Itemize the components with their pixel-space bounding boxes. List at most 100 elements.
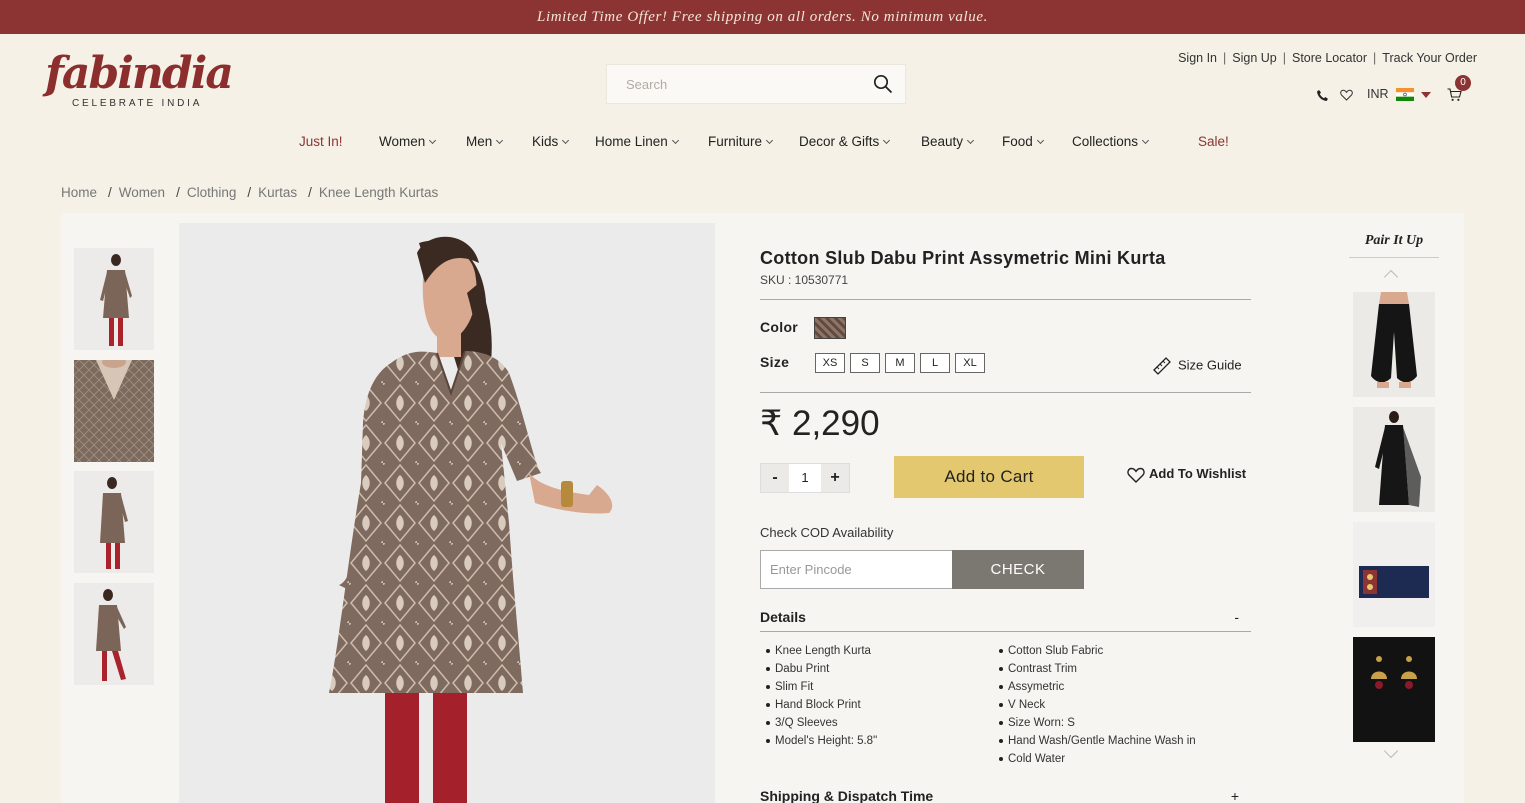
nav-item-men[interactable]: Men — [466, 134, 504, 149]
size-option-xs[interactable]: XS — [815, 353, 845, 373]
chevron-down-icon — [1141, 136, 1150, 145]
cod-label: Check COD Availability — [760, 525, 894, 540]
nav-item-women[interactable]: Women — [379, 134, 437, 149]
list-item: 3/Q Sleeves — [760, 714, 877, 732]
add-to-wishlist-button[interactable]: Add To Wishlist — [1127, 466, 1246, 483]
nav-item-furniture[interactable]: Furniture — [708, 134, 774, 149]
search-input[interactable] — [607, 65, 862, 103]
product-thumbnail[interactable] — [74, 471, 154, 573]
store-locator-link[interactable]: Store Locator — [1292, 51, 1367, 65]
breadcrumb-knee-length-kurtas[interactable]: Knee Length Kurtas — [319, 185, 438, 200]
quantity-increase-button[interactable]: + — [821, 464, 849, 492]
list-item: Size Worn: S — [993, 714, 1196, 732]
nav-label: Women — [379, 134, 426, 149]
divider — [760, 631, 1251, 632]
pair-item-product[interactable] — [1353, 292, 1435, 397]
chevron-down-icon — [1036, 136, 1044, 145]
india-flag-icon[interactable] — [1396, 88, 1414, 101]
list-item: V Neck — [993, 696, 1196, 714]
nav-label: Men — [466, 134, 493, 149]
breadcrumb-separator: / — [108, 185, 112, 200]
nav-label: Sale! — [1198, 134, 1229, 149]
size-option-s[interactable]: S — [850, 353, 880, 373]
size-option-l[interactable]: L — [920, 353, 950, 373]
sign-in-link[interactable]: Sign In — [1178, 51, 1217, 65]
list-item: Hand Block Print — [760, 696, 877, 714]
search-icon[interactable] — [873, 74, 893, 94]
header-links: Sign In | Sign Up | Store Locator | Track Your… — [1178, 51, 1477, 65]
nav-label: Kids — [532, 134, 559, 149]
color-swatch[interactable] — [814, 317, 846, 339]
size-label: Size — [760, 354, 790, 370]
quantity-decrease-button[interactable]: - — [761, 464, 789, 492]
product-sku: SKU : 10530771 — [760, 273, 849, 287]
quantity-value[interactable]: 1 — [790, 464, 820, 492]
size-guide-link[interactable]: Size Guide — [1152, 356, 1242, 376]
divider: | — [1373, 51, 1377, 65]
product-thumbnail[interactable] — [74, 360, 154, 462]
chevron-down-icon[interactable] — [1421, 92, 1431, 98]
pair-item-product[interactable] — [1353, 637, 1435, 742]
logo-wordmark: fabindia — [45, 48, 234, 99]
breadcrumb-home[interactable]: Home — [61, 185, 97, 200]
heart-icon[interactable] — [1340, 89, 1353, 101]
chevron-down-icon — [883, 136, 891, 145]
currency-label[interactable]: INR — [1367, 87, 1389, 101]
nav-item-sale[interactable]: Sale! — [1198, 134, 1229, 149]
check-button[interactable]: CHECK — [952, 550, 1084, 589]
product-main-image[interactable] — [179, 223, 715, 803]
pair-item-product[interactable] — [1353, 407, 1435, 512]
breadcrumb-women[interactable]: Women — [119, 185, 165, 200]
list-item: Model's Height: 5.8" — [760, 732, 877, 750]
search-box — [606, 64, 906, 104]
list-item: Cotton Slub Fabric — [993, 642, 1196, 660]
shipping-accordion-header[interactable]: Shipping & Dispatch Time + — [760, 788, 1251, 803]
track-order-link[interactable]: Track Your Order — [1382, 51, 1477, 65]
nav-item-home-linen[interactable]: Home Linen — [595, 134, 679, 149]
chevron-down-icon — [562, 136, 570, 145]
nav-item-decor-gifts[interactable]: Decor & Gifts — [799, 134, 891, 149]
size-option-xl[interactable]: XL — [955, 353, 985, 373]
product-thumbnail[interactable] — [74, 248, 154, 350]
breadcrumb-clothing[interactable]: Clothing — [187, 185, 237, 200]
chevron-down-icon — [966, 136, 975, 145]
nav-item-just-in[interactable]: Just In! — [299, 134, 343, 149]
list-item: Hand Wash/Gentle Machine Wash in — [993, 732, 1196, 750]
pincode-input[interactable] — [760, 550, 952, 589]
divider — [760, 392, 1251, 393]
phone-icon[interactable] — [1316, 89, 1329, 102]
add-to-cart-button[interactable]: Add to Cart — [894, 456, 1084, 498]
logo-tagline: CELEBRATE INDIA — [72, 98, 203, 109]
expand-toggle[interactable]: + — [1231, 788, 1239, 803]
nav-item-beauty[interactable]: Beauty — [921, 134, 975, 149]
ruler-icon — [1153, 357, 1171, 375]
chevron-down-icon — [429, 136, 437, 145]
breadcrumb-separator: / — [308, 185, 312, 200]
divider: | — [1223, 51, 1227, 65]
promo-banner: Limited Time Offer! Free shipping on all… — [0, 0, 1525, 34]
chevron-down-icon — [671, 136, 679, 145]
pair-it-up-heading: Pair It Up — [1349, 233, 1439, 258]
list-item: Assymetric — [993, 678, 1196, 696]
sign-up-link[interactable]: Sign Up — [1232, 51, 1276, 65]
breadcrumb-separator: / — [247, 185, 252, 200]
main-nav: Just In! Women Men Kids Home Linen Furni… — [0, 134, 1525, 154]
pair-item-product[interactable] — [1353, 522, 1435, 627]
product-thumbnail[interactable] — [74, 583, 154, 685]
details-list-right: Cotton Slub Fabric Contrast Trim Assymet… — [993, 642, 1196, 768]
cart-count-badge: 0 — [1455, 75, 1471, 91]
details-list-left: Knee Length Kurta Dabu Print Slim Fit Ha… — [760, 642, 877, 750]
product-price: ₹ 2,290 — [760, 404, 880, 443]
nav-label: Beauty — [921, 134, 964, 149]
details-heading: Details — [760, 609, 806, 625]
size-option-m[interactable]: M — [885, 353, 915, 373]
nav-item-kids[interactable]: Kids — [532, 134, 570, 149]
nav-item-food[interactable]: Food — [1002, 134, 1044, 149]
nav-item-collections[interactable]: Collections — [1072, 134, 1150, 149]
collapse-toggle[interactable]: - — [1234, 609, 1239, 625]
breadcrumb-kurtas[interactable]: Kurtas — [258, 185, 297, 200]
details-accordion-header[interactable]: Details - — [760, 609, 1251, 625]
breadcrumb-separator: / — [176, 185, 180, 200]
logo[interactable]: fabindia CELEBRATE INDIA — [45, 48, 234, 110]
list-item: Knee Length Kurta — [760, 642, 877, 660]
